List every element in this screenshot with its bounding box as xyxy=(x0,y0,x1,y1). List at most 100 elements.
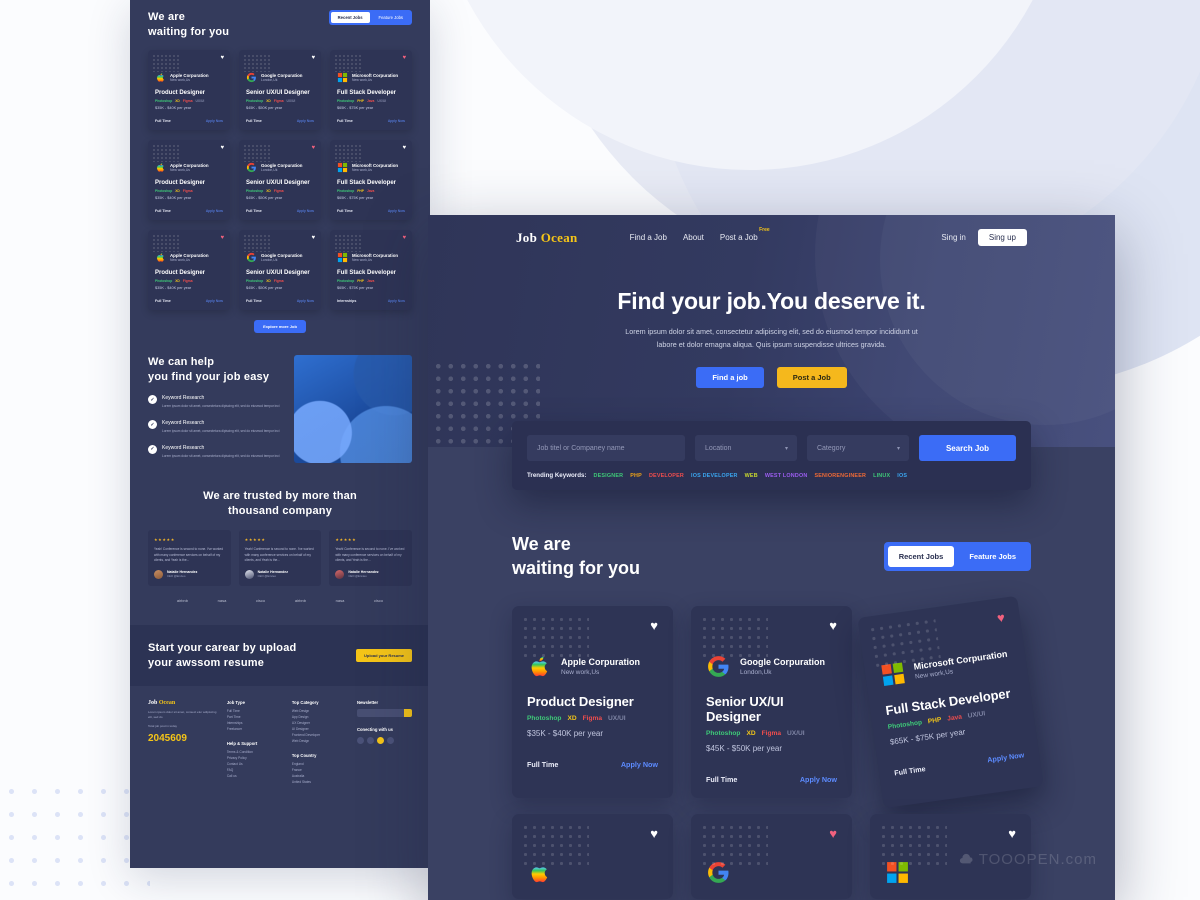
apply-now-link[interactable]: Apply Now xyxy=(206,209,223,213)
favorite-heart-icon[interactable]: ♥ xyxy=(402,145,406,151)
brand-logo[interactable]: Job Ocean xyxy=(516,230,578,246)
apply-now-link[interactable]: Apply Now xyxy=(206,119,223,123)
keyword-linux[interactable]: LINUX xyxy=(873,473,890,479)
check-icon: ✓ xyxy=(148,395,157,405)
keyword-seniorengineer[interactable]: SENIORENGINEER xyxy=(814,473,866,479)
mockup-tab-recent[interactable]: Recent Jobs xyxy=(330,12,370,23)
favorite-heart-icon[interactable]: ♥ xyxy=(220,145,224,151)
favorite-heart-icon[interactable]: ♥ xyxy=(402,55,406,61)
search-job-button[interactable]: Search Job xyxy=(919,435,1017,461)
apply-now-link[interactable]: Apply Now xyxy=(800,775,837,784)
location-select[interactable]: Location ▾ xyxy=(694,435,797,461)
footer-link[interactable]: Call us xyxy=(227,774,282,780)
job-card-google[interactable]: ♥ Google Corpuration London,Uk Senior UX… xyxy=(691,605,852,798)
favorite-heart-icon[interactable]: ♥ xyxy=(650,619,658,632)
favorite-heart-icon[interactable]: ♥ xyxy=(311,55,315,61)
footer-link[interactable]: Freelancer xyxy=(227,727,282,733)
tag-uxui: UX/UI xyxy=(787,729,805,737)
mockup-job-card[interactable]: ♥ Google Corpuration London,Uk Senior UX… xyxy=(239,49,321,130)
mockup-job-card[interactable]: ♥ Apple Corpuration New work,Us Product … xyxy=(148,49,230,130)
footer-heading-job-type: Job Type xyxy=(226,700,245,706)
sign-up-button[interactable]: Sing up xyxy=(977,229,1027,246)
apply-now-link[interactable]: Apply Now xyxy=(987,750,1025,764)
keyword-ios-developer[interactable]: IOS DEVELOPER xyxy=(691,473,738,479)
job-tags: Photoshop XD Figma xyxy=(246,188,284,193)
testimonial-quote: Yeah! Conference is second to none. I've… xyxy=(154,547,224,562)
mockup-job-card[interactable]: ♥ Google Corpuration London,Uk Senior UX… xyxy=(239,139,321,220)
apply-now-link[interactable]: Apply Now xyxy=(297,209,314,213)
favorite-heart-icon[interactable]: ♥ xyxy=(402,235,406,241)
favorite-heart-icon[interactable]: ♥ xyxy=(829,619,837,632)
mockup-job-card[interactable]: ♥ Microsoft Corpuration New work,Us Full… xyxy=(330,229,412,310)
mockup-tab-feature[interactable]: Feature Jobs xyxy=(372,12,410,23)
keyword-designer[interactable]: DESIGNER xyxy=(593,473,623,479)
apply-now-link[interactable]: Apply Now xyxy=(388,119,405,123)
instagram-icon[interactable] xyxy=(376,737,384,745)
mockup-job-card[interactable]: ♥ Microsoft Corpuration New work,Us Full… xyxy=(330,139,412,220)
twitter-icon[interactable] xyxy=(366,737,374,745)
mockup-job-card[interactable]: ♥ Google Corpuration London,Uk Senior UX… xyxy=(239,229,321,310)
sign-in-link[interactable]: Sing in xyxy=(941,233,965,242)
social-icons[interactable] xyxy=(356,737,412,745)
category-select[interactable]: Category ▾ xyxy=(806,435,910,461)
job-card-google[interactable]: ♥ xyxy=(691,813,852,899)
keyword-php[interactable]: PHP xyxy=(630,473,642,479)
newsletter-input[interactable] xyxy=(356,709,405,718)
favorite-heart-icon[interactable]: ♥ xyxy=(650,827,658,840)
favorite-heart-icon[interactable]: ♥ xyxy=(220,235,224,241)
find-a-job-button[interactable]: Find a job xyxy=(696,367,764,389)
footer-total-value: 2045609 xyxy=(148,732,187,744)
upload-resume-button[interactable]: Upload your Resume xyxy=(355,649,412,663)
newsletter-submit-button[interactable] xyxy=(404,709,413,718)
job-salary: $45K - $50K per year xyxy=(246,285,283,290)
favorite-heart-icon[interactable]: ♥ xyxy=(220,55,224,61)
tab-feature-jobs[interactable]: Feature Jobs xyxy=(958,546,1027,567)
nav-about[interactable]: About xyxy=(683,233,704,242)
apply-now-link[interactable]: Apply Now xyxy=(388,209,405,213)
explore-more-button[interactable]: Explore more Job xyxy=(254,319,306,333)
mockup-job-card[interactable]: ♥ Microsoft Corpuration New work,Us Full… xyxy=(330,49,412,130)
job-title-input[interactable]: Job titel or Companey name xyxy=(527,435,685,461)
footer-link[interactable]: Web Design xyxy=(292,739,347,745)
mockup-job-card[interactable]: ♥ Apple Corpuration New work,Us Product … xyxy=(148,139,230,220)
keyword-ios[interactable]: IOS xyxy=(897,473,907,479)
mockup-job-card[interactable]: ♥ Apple Corpuration New work,Us Product … xyxy=(148,229,230,310)
tag-figma: Figma xyxy=(761,729,782,737)
help-item-title: Keyword Research xyxy=(162,395,205,402)
testimonial-card: ★★★★★ Yeah! Conference is second to none… xyxy=(238,530,322,586)
apply-now-link[interactable]: Apply Now xyxy=(388,299,405,303)
apply-now-link[interactable]: Apply Now xyxy=(206,299,223,303)
company-name: Apple Corpuration xyxy=(170,252,209,258)
job-card-apple[interactable]: ♥ xyxy=(512,813,673,899)
linkedin-icon[interactable] xyxy=(386,737,394,745)
trust-title: We are trusted by more than thousand com… xyxy=(203,489,357,517)
tab-recent-jobs[interactable]: Recent Jobs xyxy=(887,545,955,567)
favorite-heart-icon[interactable]: ♥ xyxy=(996,609,1006,625)
favorite-heart-icon[interactable]: ♥ xyxy=(1008,827,1016,840)
apply-now-link[interactable]: Apply Now xyxy=(297,299,314,303)
keyword-web[interactable]: WEB xyxy=(745,473,758,479)
favorite-heart-icon[interactable]: ♥ xyxy=(311,235,315,241)
favorite-heart-icon[interactable]: ♥ xyxy=(829,827,837,840)
job-card-microsoft[interactable]: ♥ Microsoft Corpuration New work,Us Full… xyxy=(857,595,1044,808)
tag-photoshop: Photoshop xyxy=(887,718,923,731)
post-a-job-button[interactable]: Post a Job xyxy=(776,367,847,389)
keyword-developer[interactable]: DEVELOPER xyxy=(649,473,684,479)
footer-link[interactable]: United States xyxy=(292,780,347,786)
apply-now-link[interactable]: Apply Now xyxy=(621,760,658,769)
keyword-west-london[interactable]: WEST LONDON xyxy=(765,473,808,479)
apple-logo-icon xyxy=(157,162,164,172)
mockup-explore-more[interactable]: Explore more Job xyxy=(130,319,430,333)
favorite-heart-icon[interactable]: ♥ xyxy=(311,145,315,151)
apple-logo-icon xyxy=(157,252,164,262)
newsletter-form[interactable] xyxy=(356,709,413,718)
mockup-jobs-tabs[interactable]: Recent Jobs Feature Jobs xyxy=(328,10,412,25)
facebook-icon[interactable] xyxy=(356,737,364,745)
job-card-apple[interactable]: ♥ Apple Corpuration New work,Us Product … xyxy=(512,605,673,798)
nav-post-a-job[interactable]: Post a Job Free xyxy=(720,227,770,242)
brand-cisco-logo: cisco xyxy=(374,597,384,603)
company-name: Google Corpuration xyxy=(261,252,303,258)
testimonial-role: CEO @Envteo xyxy=(257,574,277,579)
apply-now-link[interactable]: Apply Now xyxy=(297,119,314,123)
nav-find-a-job[interactable]: Find a Job xyxy=(630,233,667,242)
